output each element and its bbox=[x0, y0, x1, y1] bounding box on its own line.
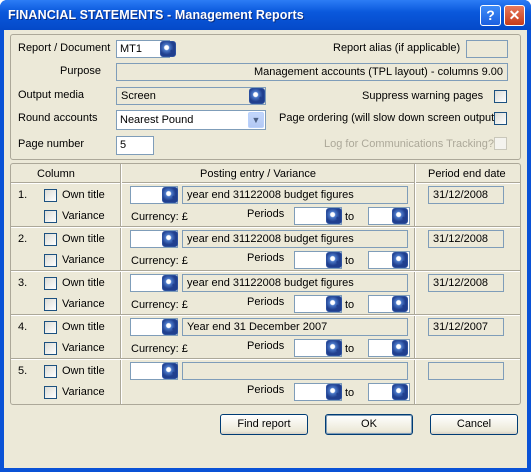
log-label: Log for Communications Tracking? bbox=[324, 138, 494, 150]
variance-checkbox[interactable] bbox=[44, 298, 57, 311]
period-to-lookup-icon[interactable] bbox=[392, 340, 408, 356]
variance-checkbox[interactable] bbox=[44, 210, 57, 223]
page-number-label: Page number bbox=[18, 138, 85, 150]
to-label: to bbox=[345, 211, 355, 223]
period-end-date: 31/12/2007 bbox=[428, 318, 504, 336]
to-label: to bbox=[345, 255, 355, 267]
page-number-input[interactable]: 5 bbox=[116, 136, 154, 155]
own-title-label: Own title bbox=[62, 277, 105, 289]
posting-header: Posting entry / Variance bbox=[200, 168, 316, 180]
period-end-header: Period end date bbox=[428, 168, 506, 180]
period-from-lookup-icon[interactable] bbox=[326, 208, 342, 224]
periods-label: Periods bbox=[247, 384, 285, 396]
own-title-checkbox[interactable] bbox=[44, 277, 57, 290]
output-media-field[interactable]: Screen bbox=[116, 87, 266, 105]
variance-label: Variance bbox=[62, 210, 105, 222]
round-value: Nearest Pound bbox=[120, 114, 194, 126]
suppress-checkbox[interactable] bbox=[494, 90, 507, 103]
row-number: 4. bbox=[18, 321, 28, 333]
posting-description: year end 31122008 budget figures bbox=[182, 274, 408, 292]
periods-label: Periods bbox=[247, 208, 285, 220]
currency-label: Currency: £ bbox=[131, 211, 188, 223]
ok-button[interactable]: OK bbox=[325, 414, 413, 435]
variance-label: Variance bbox=[62, 254, 105, 266]
output-media-label: Output media bbox=[18, 89, 85, 101]
variance-label: Variance bbox=[62, 342, 105, 354]
cancel-button[interactable]: Cancel bbox=[430, 414, 518, 435]
posting-description: Year end 31 December 2007 bbox=[182, 318, 408, 336]
output-media-lookup-icon[interactable] bbox=[249, 88, 265, 104]
periods-label: Periods bbox=[247, 340, 285, 352]
own-title-checkbox[interactable] bbox=[44, 189, 57, 202]
alias-field bbox=[466, 40, 508, 58]
log-checkbox bbox=[494, 137, 507, 150]
row-number: 3. bbox=[18, 277, 28, 289]
title-bar[interactable]: FINANCIAL STATEMENTS - Management Report… bbox=[0, 0, 531, 30]
periods-label: Periods bbox=[247, 296, 285, 308]
period-to-lookup-icon[interactable] bbox=[392, 252, 408, 268]
posting-lookup-icon[interactable] bbox=[162, 187, 178, 203]
variance-label: Variance bbox=[62, 298, 105, 310]
variance-checkbox[interactable] bbox=[44, 386, 57, 399]
variance-checkbox[interactable] bbox=[44, 254, 57, 267]
round-select[interactable]: Nearest Pound ▼ bbox=[116, 110, 266, 130]
period-end-date: 31/12/2008 bbox=[428, 274, 504, 292]
find-report-button[interactable]: Find report bbox=[220, 414, 308, 435]
to-label: to bbox=[345, 299, 355, 311]
period-end-date: 31/12/2008 bbox=[428, 186, 504, 204]
help-button[interactable]: ? bbox=[480, 5, 501, 26]
report-label: Report / Document bbox=[18, 42, 111, 54]
currency-label: Currency: £ bbox=[131, 299, 188, 311]
chevron-down-icon[interactable]: ▼ bbox=[248, 112, 264, 128]
dialog-body: Report / Document MT1 Report alias (if a… bbox=[4, 30, 527, 468]
period-end-date: 31/12/2008 bbox=[428, 230, 504, 248]
own-title-checkbox[interactable] bbox=[44, 365, 57, 378]
window-title: FINANCIAL STATEMENTS - Management Report… bbox=[8, 8, 304, 22]
to-label: to bbox=[345, 343, 355, 355]
period-from-lookup-icon[interactable] bbox=[326, 384, 342, 400]
currency-label: Currency: £ bbox=[131, 343, 188, 355]
ordering-checkbox[interactable] bbox=[494, 112, 507, 125]
column-header: Column bbox=[37, 168, 75, 180]
own-title-label: Own title bbox=[62, 321, 105, 333]
period-to-lookup-icon[interactable] bbox=[392, 384, 408, 400]
variance-label: Variance bbox=[62, 386, 105, 398]
period-from-lookup-icon[interactable] bbox=[326, 296, 342, 312]
dialog-window: FINANCIAL STATEMENTS - Management Report… bbox=[0, 0, 531, 472]
currency-label: Currency: £ bbox=[131, 255, 188, 267]
row-number: 5. bbox=[18, 365, 28, 377]
posting-lookup-icon[interactable] bbox=[162, 363, 178, 379]
suppress-label: Suppress warning pages bbox=[362, 90, 484, 102]
periods-label: Periods bbox=[247, 252, 285, 264]
ordering-label: Page ordering (will slow down screen out… bbox=[279, 112, 498, 124]
alias-label: Report alias (if applicable) bbox=[333, 42, 461, 54]
posting-lookup-icon[interactable] bbox=[162, 275, 178, 291]
posting-lookup-icon[interactable] bbox=[162, 231, 178, 247]
period-to-lookup-icon[interactable] bbox=[392, 208, 408, 224]
row-number: 1. bbox=[18, 189, 28, 201]
posting-description: year end 31122008 budget figures bbox=[182, 186, 408, 204]
to-label: to bbox=[345, 387, 355, 399]
own-title-label: Own title bbox=[62, 189, 105, 201]
posting-lookup-icon[interactable] bbox=[162, 319, 178, 335]
own-title-label: Own title bbox=[62, 233, 105, 245]
report-lookup-icon[interactable] bbox=[160, 41, 176, 57]
row-number: 2. bbox=[18, 233, 28, 245]
variance-checkbox[interactable] bbox=[44, 342, 57, 355]
period-from-lookup-icon[interactable] bbox=[326, 340, 342, 356]
round-label: Round accounts bbox=[18, 112, 98, 124]
close-button[interactable]: ✕ bbox=[504, 5, 525, 26]
period-end-date bbox=[428, 362, 504, 380]
own-title-label: Own title bbox=[62, 365, 105, 377]
own-title-checkbox[interactable] bbox=[44, 233, 57, 246]
posting-description: year end 31122008 budget figures bbox=[182, 230, 408, 248]
period-from-lookup-icon[interactable] bbox=[326, 252, 342, 268]
purpose-label: Purpose bbox=[60, 65, 101, 77]
own-title-checkbox[interactable] bbox=[44, 321, 57, 334]
posting-description bbox=[182, 362, 408, 380]
purpose-field: Management accounts (TPL layout) - colum… bbox=[116, 63, 508, 81]
period-to-lookup-icon[interactable] bbox=[392, 296, 408, 312]
